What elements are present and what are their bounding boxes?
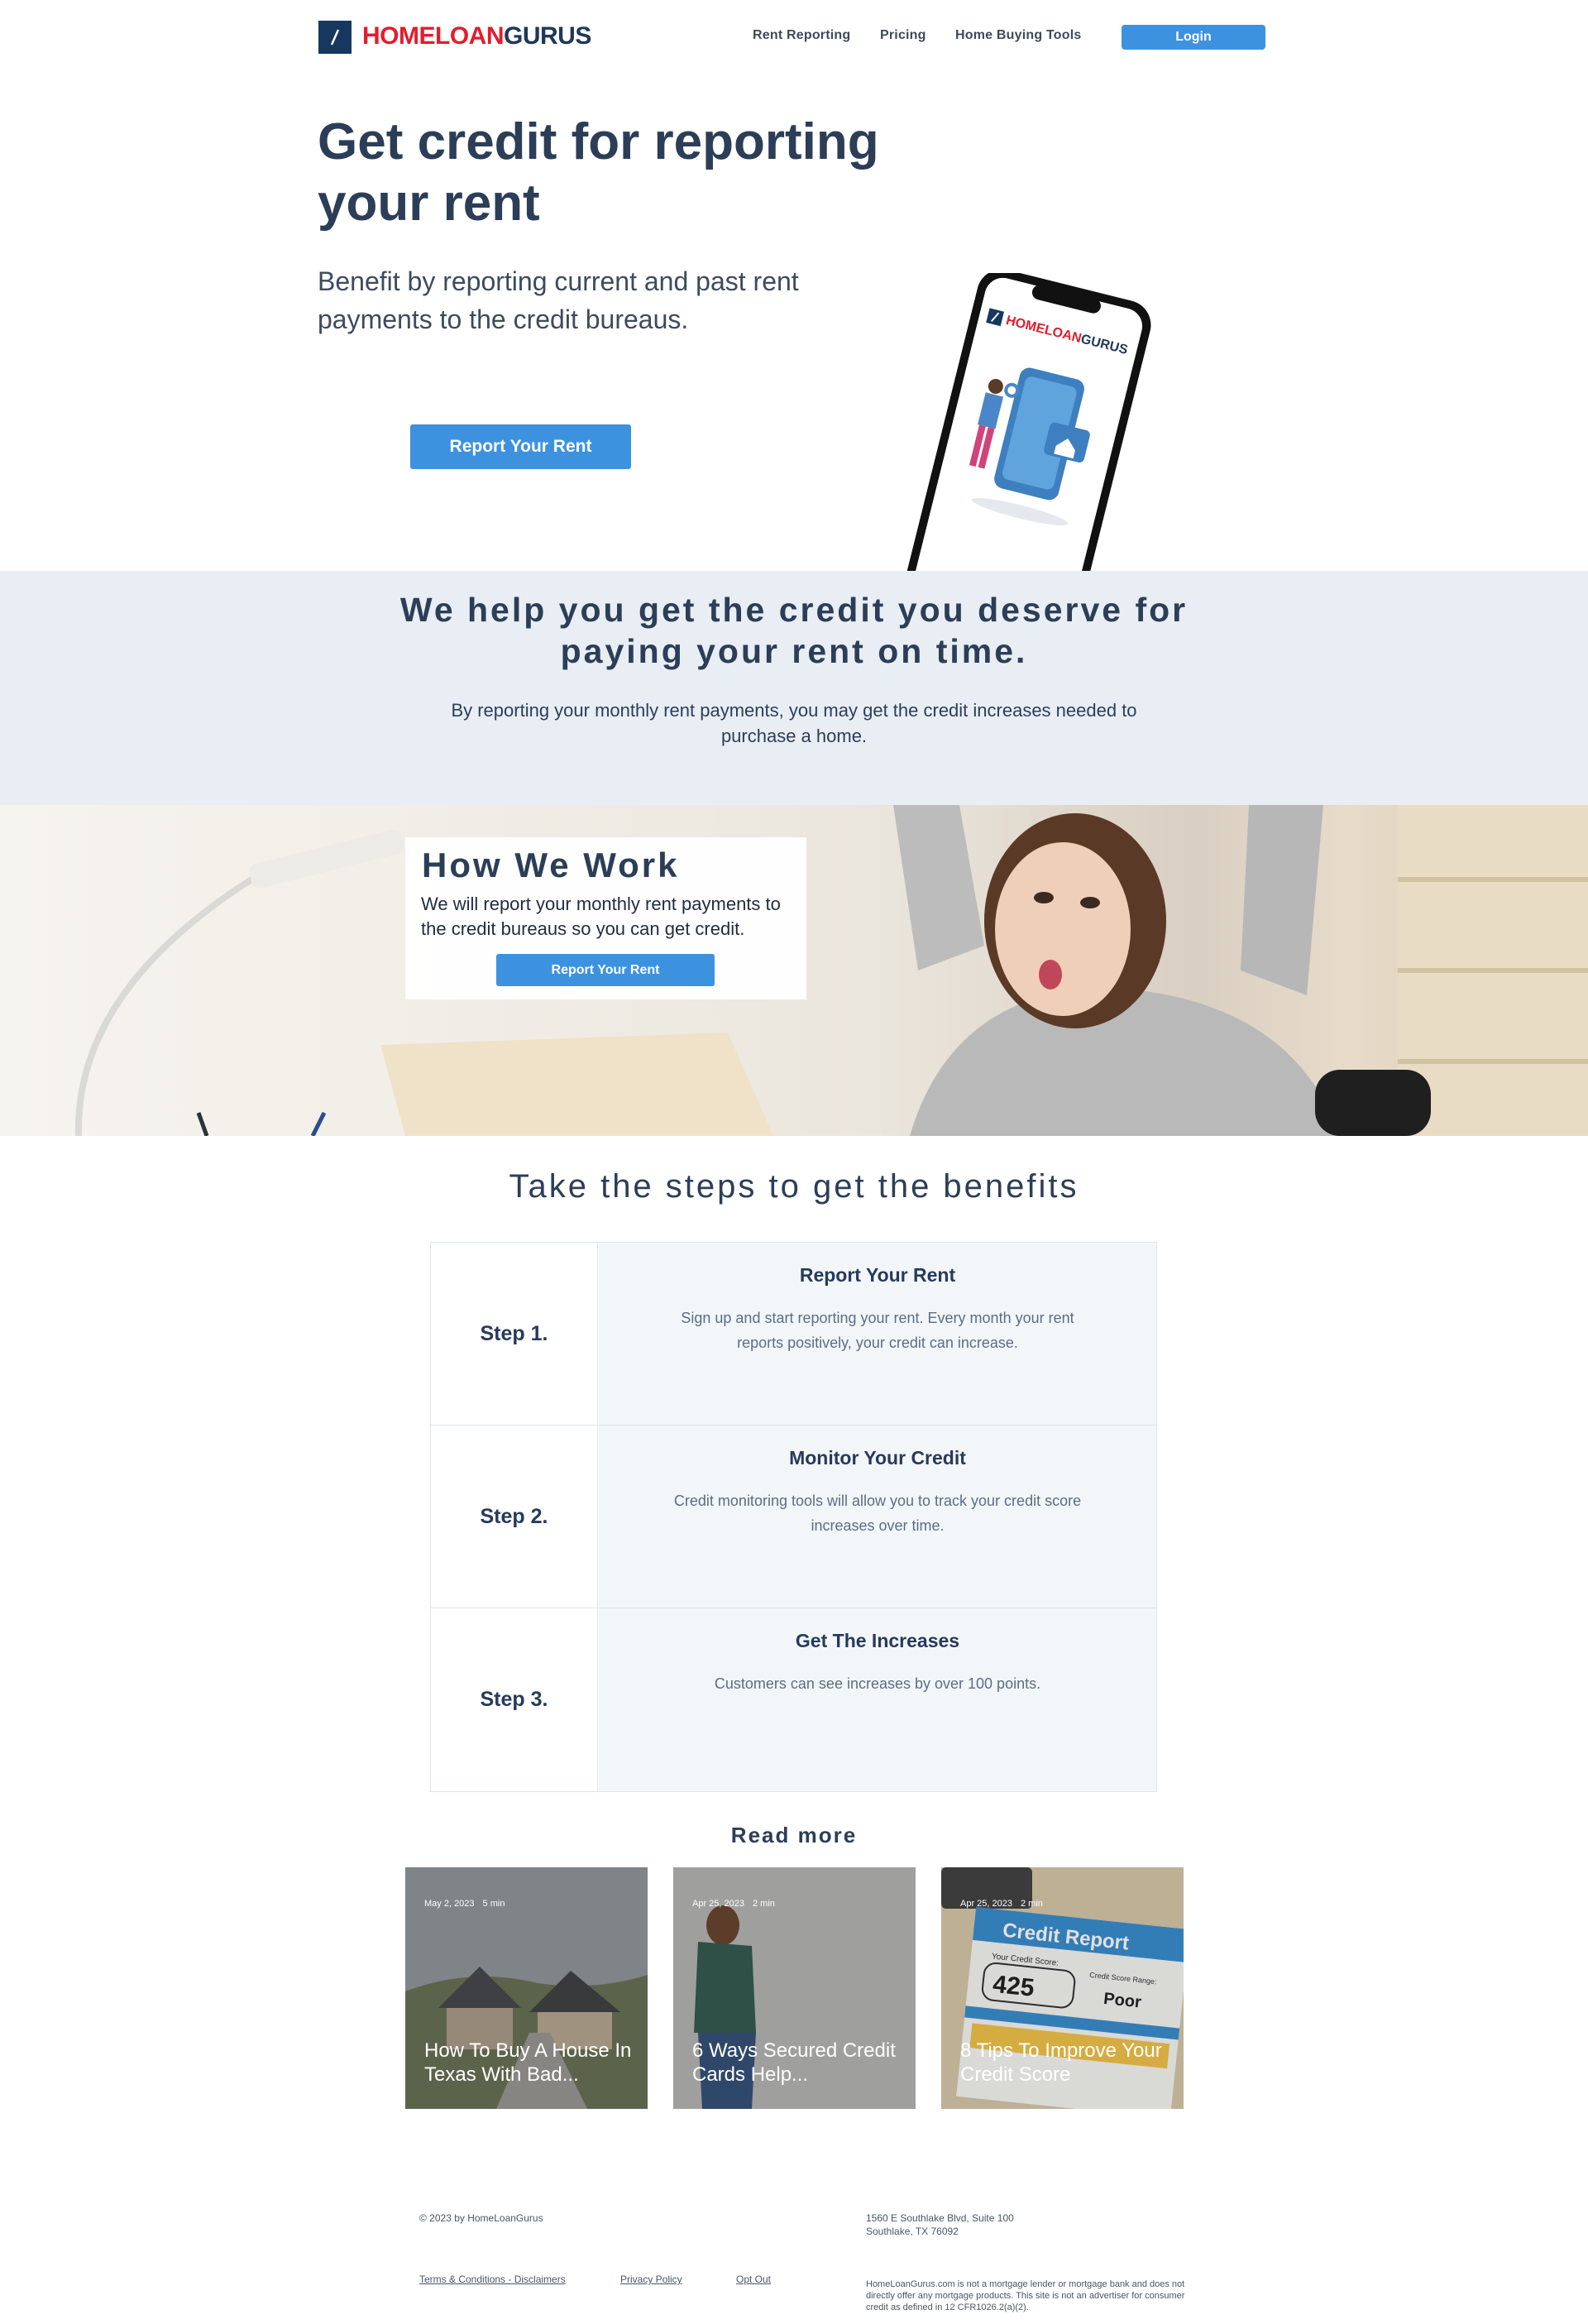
- blog-card-2[interactable]: Apr 25, 2023 2 min 6 Ways Secured Credit …: [673, 1867, 916, 2109]
- step-heading: Get The Increases: [795, 1630, 960, 1651]
- step-heading: Monitor Your Credit: [789, 1447, 966, 1469]
- footer-link-opt-out[interactable]: Opt Out: [736, 2274, 771, 2285]
- step-description: Sign up and start reporting your rent. E…: [681, 1310, 1074, 1351]
- blog-read-time: 2 min: [753, 1899, 775, 1909]
- blog-date: Apr 25, 2023: [960, 1899, 1012, 1909]
- footer-address-2: Southlake, TX 76092: [866, 2226, 959, 2237]
- nav-rent-reporting[interactable]: Rent Reporting: [753, 28, 850, 43]
- nav-pricing[interactable]: Pricing: [880, 28, 926, 43]
- step-label: Step 1.: [431, 1243, 598, 1425]
- blog-date: Apr 25, 2023: [692, 1899, 744, 1909]
- footer-link-privacy[interactable]: Privacy Policy: [620, 2274, 682, 2285]
- band-subtitle: By reporting your monthly rent payments,…: [451, 700, 1137, 746]
- step-row: Step 3. Get The Increases Customers can …: [431, 1608, 1156, 1791]
- blog-meta: Apr 25, 2023 2 min: [960, 1899, 1051, 1909]
- phone-illustration: HOMELOANGURUS: [860, 269, 1158, 647]
- read-more-title: Read more: [730, 1823, 858, 1847]
- blog-title[interactable]: How To Buy A House In Texas With Bad...: [424, 2039, 639, 2087]
- nav-home-buying-tools[interactable]: Home Buying Tools: [955, 28, 1081, 43]
- footer-link-terms[interactable]: Terms & Conditions - Disclaimers: [419, 2274, 566, 2285]
- blog-card-3[interactable]: Credit Report Your Credit Score: 425 Cre…: [941, 1867, 1184, 2109]
- step-heading: Report Your Rent: [799, 1264, 956, 1286]
- blog-card-1[interactable]: May 2, 2023 5 min How To Buy A House In T…: [405, 1867, 648, 2109]
- blog-meta: Apr 25, 2023 2 min: [692, 1899, 783, 1909]
- step-body: Report Your Rent Sign up and start repor…: [599, 1243, 1156, 1425]
- footer-disclaimer: HomeLoanGurus.com is not a mortgage lend…: [866, 2279, 1185, 2312]
- step-label: Step 3.: [431, 1608, 598, 1791]
- hero-subtitle: Benefit by reporting current and past re…: [318, 266, 799, 334]
- step-row: Step 1. Report Your Rent Sign up and sta…: [431, 1243, 1156, 1426]
- footer-copyright: © 2023 by HomeLoanGurus: [419, 2212, 543, 2224]
- blog-read-time: 2 min: [1021, 1899, 1043, 1909]
- how-we-work-report-button[interactable]: Report Your Rent: [496, 954, 715, 986]
- blog-date: May 2, 2023: [424, 1899, 475, 1909]
- step-body: Get The Increases Customers can see incr…: [599, 1608, 1156, 1791]
- steps-title: Take the steps to get the benefits: [509, 1168, 1079, 1205]
- logo-text-navy: GURUS: [504, 22, 591, 50]
- how-we-work-text: We will report your monthly rent payment…: [421, 894, 781, 939]
- blog-meta: May 2, 2023 5 min: [424, 1899, 513, 1909]
- hero-title: Get credit for reporting your rent: [318, 113, 879, 232]
- steps-table: Step 1. Report Your Rent Sign up and sta…: [430, 1242, 1157, 1792]
- footer-address-1: 1560 E Southlake Blvd, Suite 100: [866, 2212, 1014, 2224]
- step-description: Credit monitoring tools will allow you t…: [673, 1493, 1082, 1534]
- logo-text-red: HOMELOAN: [362, 22, 505, 50]
- step-body: Monitor Your Credit Credit monitoring to…: [599, 1426, 1156, 1608]
- logo-mark-icon[interactable]: [318, 21, 352, 54]
- blog-title[interactable]: 8 Tips To Improve Your Credit Score: [960, 2039, 1175, 2087]
- login-button[interactable]: Login: [1122, 25, 1265, 50]
- blog-read-time: 5 min: [482, 1899, 505, 1909]
- report-rent-button[interactable]: Report Your Rent: [410, 424, 631, 469]
- how-we-work-title: How We Work: [422, 846, 680, 884]
- step-label: Step 2.: [431, 1426, 598, 1608]
- step-row: Step 2. Monitor Your Credit Credit monit…: [431, 1426, 1156, 1608]
- blog-title[interactable]: 6 Ways Secured Credit Cards Help...: [692, 2039, 907, 2087]
- logo-wordmark[interactable]: HOMELOANGURUS: [362, 22, 591, 50]
- band-title: We help you get the credit you deserve f…: [399, 591, 1189, 670]
- step-description: Customers can see increases by over 100 …: [714, 1675, 1041, 1692]
